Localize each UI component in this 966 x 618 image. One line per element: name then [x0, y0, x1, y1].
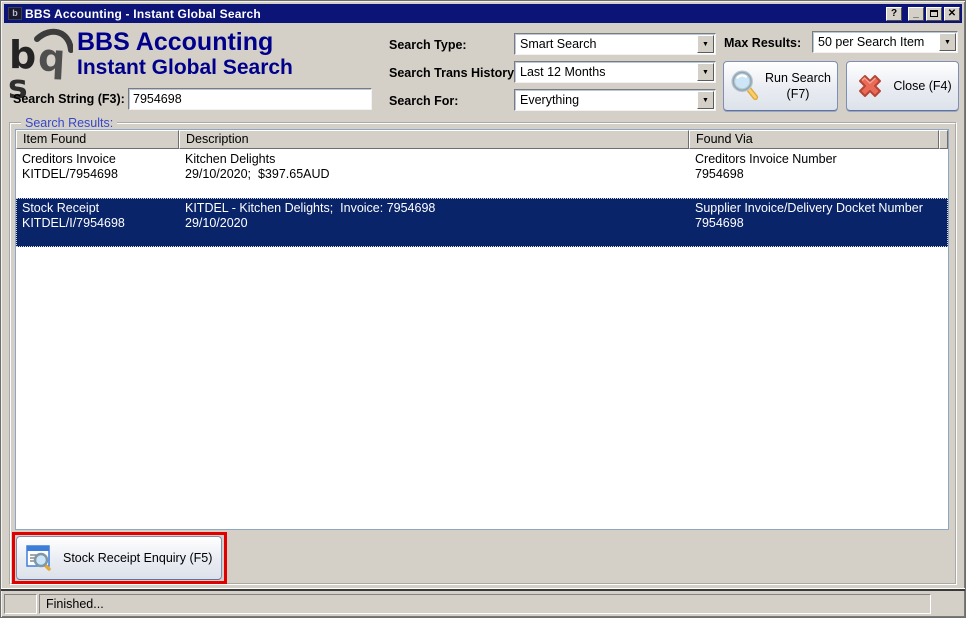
- app-window: b BBS Accounting - Instant Global Search…: [0, 0, 966, 618]
- search-results-group: Search Results: Item Found Description F…: [9, 122, 957, 585]
- close-x-icon: [853, 69, 887, 103]
- maximize-button[interactable]: [926, 7, 942, 21]
- trans-history-dropdown[interactable]: Last 12 Months ▼: [514, 61, 716, 83]
- search-for-label: Search For:: [389, 94, 458, 108]
- run-search-button[interactable]: Run Search (F7): [723, 61, 838, 111]
- chevron-down-icon[interactable]: ▼: [697, 35, 714, 53]
- document-search-icon: [25, 545, 53, 571]
- row-description-line2: 29/10/2020; $397.65AUD: [185, 167, 689, 182]
- search-string-input[interactable]: [128, 88, 372, 110]
- column-header-description[interactable]: Description: [179, 130, 689, 149]
- window-title: BBS Accounting - Instant Global Search: [25, 7, 261, 21]
- chevron-down-icon[interactable]: ▼: [697, 91, 714, 109]
- table-row-selected[interactable]: Stock Receipt KITDEL/I/7954698 KITDEL - …: [16, 198, 948, 247]
- trans-history-value: Last 12 Months: [520, 65, 605, 79]
- run-search-label-line1: Run Search: [765, 70, 831, 86]
- search-type-label: Search Type:: [389, 38, 467, 52]
- table-row[interactable]: Creditors Invoice KITDEL/7954698 Kitchen…: [16, 149, 948, 198]
- max-results-label: Max Results:: [724, 36, 801, 50]
- statusbar-left-panel: [4, 594, 37, 614]
- maximize-icon: [930, 10, 938, 17]
- row-description-line1: Kitchen Delights: [185, 152, 689, 167]
- search-type-dropdown[interactable]: Smart Search ▼: [514, 33, 716, 55]
- max-results-dropdown[interactable]: 50 per Search Item ▼: [812, 31, 958, 53]
- status-message: Finished...: [39, 594, 931, 614]
- close-button-label: Close (F4): [893, 78, 951, 94]
- row-found-via-line2: 7954698: [695, 167, 939, 182]
- trans-history-label: Search Trans History:: [389, 66, 518, 80]
- search-for-value: Everything: [520, 93, 579, 107]
- row-found-via-line1: Supplier Invoice/Delivery Docket Number: [695, 201, 939, 216]
- column-header-spacer: [939, 130, 948, 149]
- close-window-button[interactable]: ✕: [944, 7, 960, 21]
- svg-text:b: b: [37, 40, 66, 85]
- help-button[interactable]: ?: [886, 7, 902, 21]
- row-item-found-line1: Stock Receipt: [22, 201, 179, 216]
- search-type-value: Smart Search: [520, 37, 596, 51]
- title-bar: b BBS Accounting - Instant Global Search…: [4, 4, 962, 23]
- minimize-button[interactable]: _: [908, 7, 924, 21]
- stock-receipt-enquiry-button[interactable]: Stock Receipt Enquiry (F5): [16, 536, 222, 580]
- row-item-found-line1: Creditors Invoice: [22, 152, 179, 167]
- row-description-line1: KITDEL - Kitchen Delights; Invoice: 7954…: [185, 201, 689, 216]
- row-item-found-line2: KITDEL/7954698: [22, 167, 179, 182]
- close-button[interactable]: Close (F4): [846, 61, 959, 111]
- search-for-dropdown[interactable]: Everything ▼: [514, 89, 716, 111]
- app-subtitle-heading: Instant Global Search: [77, 56, 293, 80]
- search-icon: [730, 70, 760, 102]
- stock-receipt-enquiry-label: Stock Receipt Enquiry (F5): [63, 551, 212, 565]
- search-string-label: Search String (F3):: [13, 92, 125, 106]
- row-found-via-line2: 7954698: [695, 216, 939, 231]
- bbs-logo-icon: b b s: [7, 26, 73, 100]
- run-search-label-line2: (F7): [765, 86, 831, 102]
- row-found-via-line1: Creditors Invoice Number: [695, 152, 939, 167]
- app-name-heading: BBS Accounting: [77, 28, 273, 57]
- row-description-line2: 29/10/2020: [185, 216, 689, 231]
- max-results-value: 50 per Search Item: [818, 35, 924, 49]
- column-header-item-found[interactable]: Item Found: [16, 130, 179, 149]
- results-table[interactable]: Item Found Description Found Via Credito…: [15, 129, 949, 530]
- chevron-down-icon[interactable]: ▼: [939, 33, 956, 51]
- window-controls: ? _ ✕: [884, 7, 960, 21]
- row-item-found-line2: KITDEL/I/7954698: [22, 216, 179, 231]
- column-header-found-via[interactable]: Found Via: [689, 130, 939, 149]
- statusbar-divider: [1, 588, 966, 591]
- app-icon: b: [8, 7, 22, 20]
- chevron-down-icon[interactable]: ▼: [697, 63, 714, 81]
- results-table-header: Item Found Description Found Via: [16, 130, 948, 149]
- search-results-group-label: Search Results:: [21, 116, 117, 130]
